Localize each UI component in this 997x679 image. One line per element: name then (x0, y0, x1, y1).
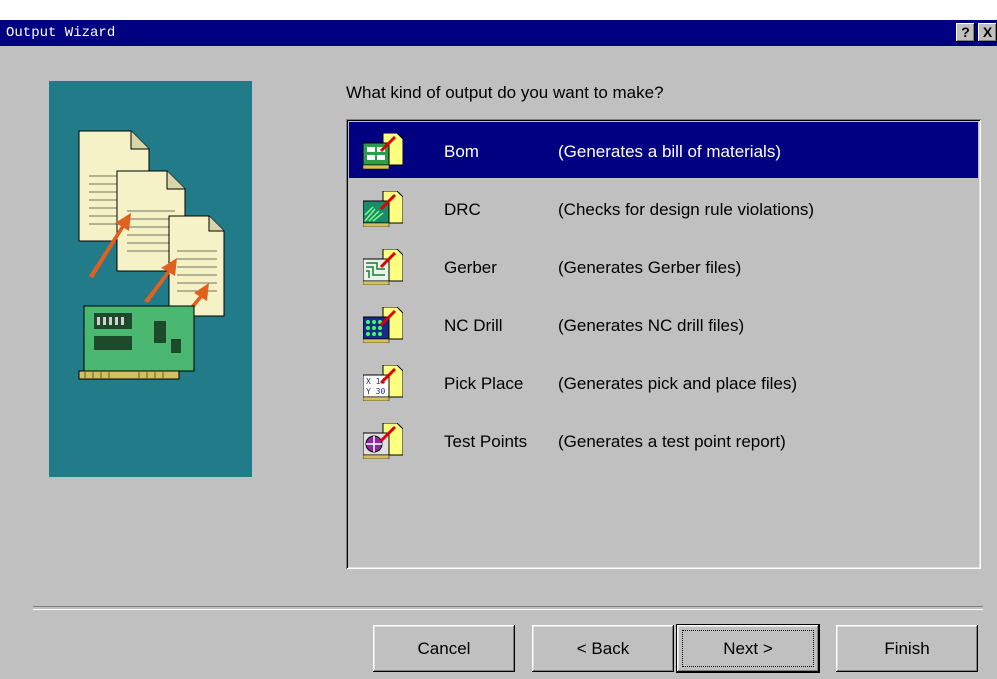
option-description: (Generates a bill of materials) (558, 142, 781, 161)
list-item-test-points[interactable]: Test Points (Generates a test point repo… (349, 412, 978, 468)
pick-place-icon: X 14 Y 30 (363, 365, 403, 401)
list-item-nc-drill[interactable]: NC Drill (Generates NC drill files) (349, 296, 978, 352)
separator (33, 606, 983, 610)
nc-drill-icon (363, 307, 403, 343)
option-name: Test Points (444, 432, 528, 451)
list-item-pick-place[interactable]: X 14 Y 30 Pick Place (Generates pick and… (349, 354, 978, 410)
window-title: Output Wizard (6, 25, 116, 41)
option-description: (Checks for design rule violations) (558, 200, 815, 219)
list-item-gerber[interactable]: Gerber (Generates Gerber files) (349, 238, 978, 294)
back-button[interactable]: < Back (532, 625, 674, 672)
option-name: NC Drill (444, 316, 503, 335)
test-points-icon (363, 423, 403, 459)
drc-icon (363, 191, 403, 227)
cancel-button[interactable]: Cancel (373, 625, 515, 672)
next-button[interactable]: Next > (677, 625, 819, 672)
option-description: (Generates Gerber files) (558, 258, 742, 277)
option-name: Pick Place (444, 374, 524, 393)
finish-button[interactable]: Finish (836, 625, 978, 672)
option-name: Gerber (444, 258, 497, 277)
option-description: (Generates pick and place files) (558, 374, 798, 393)
wizard-prompt: What kind of output do you want to make? (346, 83, 664, 102)
list-item-drc[interactable]: DRC (Checks for design rule violations) (349, 180, 978, 236)
wizard-illustration (49, 81, 252, 477)
option-description: (Generates NC drill files) (558, 316, 745, 335)
circuit-board-icon (78, 305, 195, 380)
gerber-icon (363, 249, 403, 285)
list-item-bom[interactable]: Bom (Generates a bill of materials) (349, 122, 978, 178)
title-bar[interactable]: Output Wizard ? X (0, 20, 997, 46)
option-description: (Generates a test point report) (558, 432, 786, 451)
option-name: DRC (444, 200, 481, 219)
focus-rect (682, 630, 814, 667)
help-button[interactable]: ? (956, 23, 975, 42)
svg-text:Y 30: Y 30 (366, 387, 385, 396)
output-type-list[interactable]: Bom (Generates a bill of materials) DRC … (346, 119, 981, 569)
desktop-strip (0, 0, 997, 20)
bom-icon (363, 133, 403, 169)
option-name: Bom (444, 142, 479, 161)
close-button[interactable]: X (978, 23, 997, 42)
